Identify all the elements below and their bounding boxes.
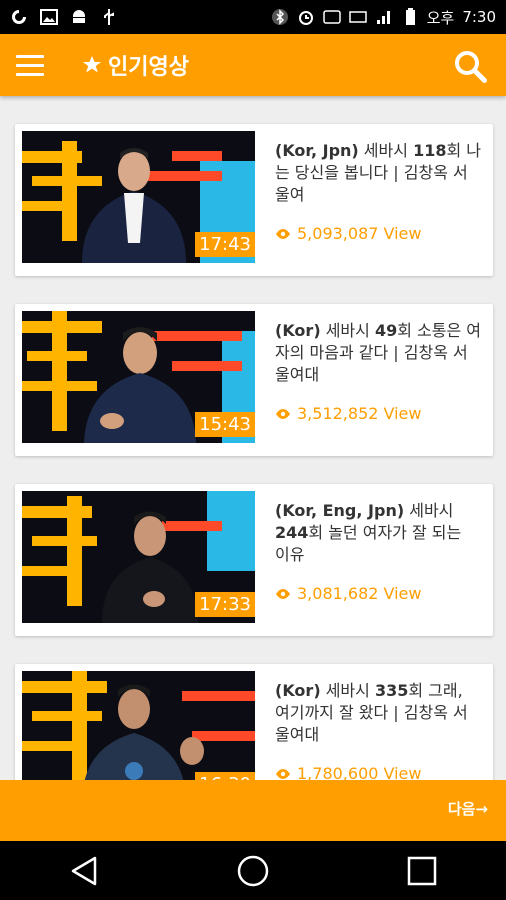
view-count: 3,512,852 View	[275, 404, 481, 423]
video-info: (Kor, Eng, Jpn) 세바시 244회 놀던 여자가 잘 되는 이유 …	[275, 500, 481, 603]
menu-icon[interactable]	[0, 34, 60, 96]
video-title[interactable]: (Kor, Jpn) 세바시 118회 나는 당신을 봅니다 | 김창옥 서울여	[275, 140, 481, 206]
video-title[interactable]: (Kor) 세바시 335회 그래, 여기까지 잘 왔다 | 김창옥 서울여대	[275, 680, 481, 746]
video-info: (Kor) 세바시 335회 그래, 여기까지 잘 왔다 | 김창옥 서울여대 …	[275, 680, 481, 780]
hd-voice-icon	[322, 10, 341, 24]
page-title: 인기영상	[82, 49, 189, 81]
system-nav-bar	[0, 841, 506, 900]
video-duration: 16:30	[195, 772, 255, 780]
video-title[interactable]: (Kor, Eng, Jpn) 세바시 244회 놀던 여자가 잘 되는 이유	[275, 500, 481, 566]
eye-icon	[276, 228, 290, 239]
video-duration: 17:43	[195, 232, 255, 257]
status-time: 7:30	[462, 8, 496, 26]
bottom-bar: 다음→	[0, 780, 506, 841]
thumbnail-image	[22, 671, 255, 780]
page-title-text: 인기영상	[108, 55, 189, 80]
back-button[interactable]	[54, 849, 114, 893]
battery-icon	[405, 8, 415, 25]
video-duration: 17:33	[195, 592, 255, 617]
home-button[interactable]	[223, 849, 283, 893]
bluetooth-icon	[271, 9, 288, 25]
home-icon	[237, 855, 269, 886]
status-bar: 오후 7:30	[0, 0, 506, 34]
recents-button[interactable]	[392, 849, 452, 893]
video-thumbnail[interactable]: 17:43	[22, 131, 255, 263]
lte-icon	[348, 11, 367, 23]
usb-icon	[104, 9, 114, 25]
video-info: (Kor, Jpn) 세바시 118회 나는 당신을 봅니다 | 김창옥 서울여…	[275, 140, 481, 243]
video-thumbnail[interactable]: 15:43	[22, 311, 255, 443]
video-thumbnail[interactable]: 16:30	[22, 671, 255, 780]
search-icon[interactable]	[452, 48, 488, 84]
video-duration: 15:43	[195, 412, 255, 437]
eye-icon	[276, 408, 290, 419]
view-count: 5,093,087 View	[275, 224, 481, 243]
video-card[interactable]: 17:43 (Kor, Jpn) 세바시 118회 나는 당신을 봅니다 | 김…	[15, 124, 493, 276]
android-notification-icon	[73, 10, 85, 23]
next-page-button[interactable]: 다음→	[448, 798, 488, 819]
recents-icon	[407, 856, 436, 885]
video-title[interactable]: (Kor) 세바시 49회 소통은 여자의 마음과 같다 | 김창옥 서울여대	[275, 320, 481, 386]
signal-icon	[376, 11, 390, 24]
view-count: 3,081,682 View	[275, 584, 481, 603]
status-period: 오후	[426, 8, 455, 27]
video-card[interactable]: 17:33 (Kor, Eng, Jpn) 세바시 244회 놀던 여자가 잘 …	[15, 484, 493, 636]
alarm-icon	[298, 11, 313, 25]
eye-icon	[276, 588, 290, 599]
star-icon	[83, 56, 101, 73]
video-thumbnail[interactable]: 17:33	[22, 491, 255, 623]
app-notification-icon	[12, 10, 26, 24]
back-icon	[72, 856, 97, 885]
video-card[interactable]: 15:43 (Kor) 세바시 49회 소통은 여자의 마음과 같다 | 김창옥…	[15, 304, 493, 456]
image-notification-icon	[40, 9, 58, 25]
app-bar: 인기영상	[0, 34, 506, 96]
video-card[interactable]: 16:30 (Kor) 세바시 335회 그래, 여기까지 잘 왔다 | 김창옥…	[15, 664, 493, 780]
view-count: 1,780,600 View	[275, 764, 481, 780]
eye-icon	[276, 768, 290, 779]
video-list: 17:43 (Kor, Jpn) 세바시 118회 나는 당신을 봅니다 | 김…	[0, 96, 506, 780]
video-info: (Kor) 세바시 49회 소통은 여자의 마음과 같다 | 김창옥 서울여대 …	[275, 320, 481, 423]
